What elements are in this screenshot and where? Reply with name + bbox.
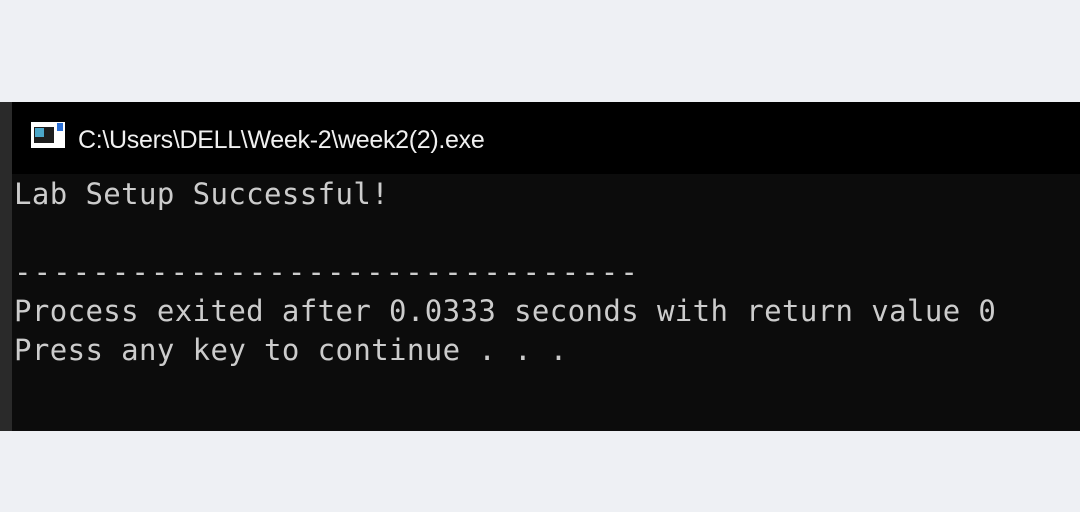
console-window[interactable]: C:\Users\DELL\Week-2\week2(2).exe Lab Se…: [0, 102, 1080, 431]
console-line-exit-status: Process exited after 0.0333 seconds with…: [14, 294, 997, 328]
console-line-continue-prompt: Press any key to continue . . .: [14, 333, 568, 367]
console-output[interactable]: Lab Setup Successful! ------------------…: [12, 174, 1080, 431]
window-left-edge: [0, 102, 12, 431]
console-app-icon[interactable]: [31, 122, 65, 148]
window-title: C:\Users\DELL\Week-2\week2(2).exe: [78, 126, 485, 154]
title-bar[interactable]: C:\Users\DELL\Week-2\week2(2).exe: [12, 102, 1080, 174]
console-line-success: Lab Setup Successful!: [14, 177, 390, 211]
console-line-separator: --------------------------------: [14, 255, 640, 289]
console-icon-accent: [57, 123, 63, 131]
console-icon-glyph: [35, 128, 44, 137]
